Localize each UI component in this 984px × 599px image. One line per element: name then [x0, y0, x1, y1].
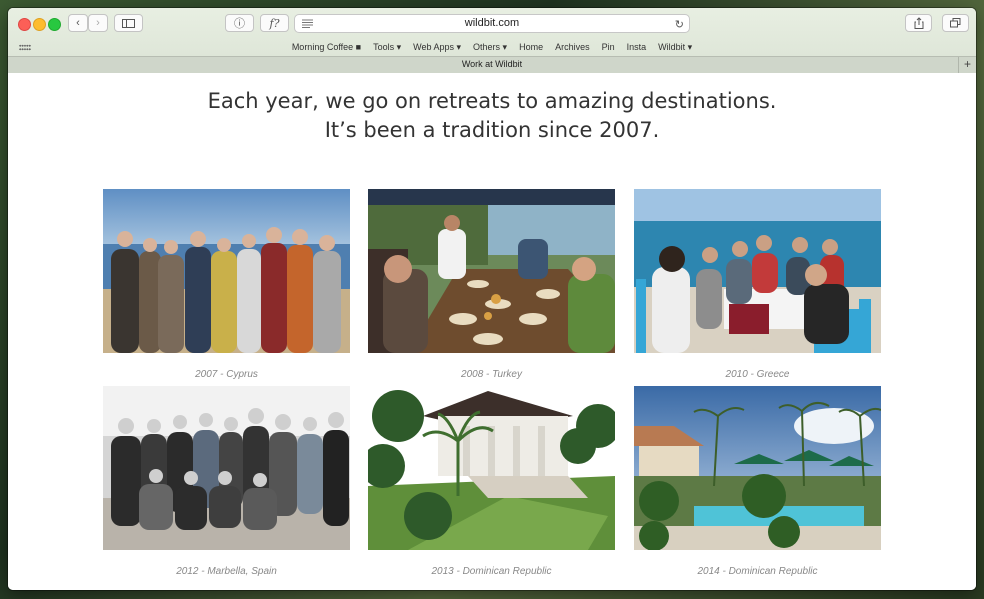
share-icon — [914, 17, 923, 29]
page-headline: Each year, we go on retreats to amazing … — [8, 87, 976, 145]
tab-work-at-wildbit[interactable]: Work at Wildbit — [8, 59, 976, 69]
favorite-morning-coffee[interactable]: Morning Coffee ■ — [286, 42, 367, 52]
toolbar: ‹ › ⓘ f? wildbit.com ↻ — [8, 8, 976, 38]
retreat-caption: 2010 - Greece — [725, 369, 790, 380]
show-tabs-button[interactable] — [942, 14, 969, 32]
chevron-right-icon: › — [96, 17, 100, 29]
plus-icon: + — [963, 57, 971, 71]
address-bar[interactable]: wildbit.com ↻ — [294, 14, 690, 33]
retreat-photo-greece — [634, 189, 881, 353]
minimize-window-button[interactable] — [33, 18, 46, 31]
page-content: Each year, we go on retreats to amazing … — [8, 73, 976, 590]
retreat-caption: 2013 - Dominican Republic — [431, 566, 552, 577]
zoom-window-button[interactable] — [48, 18, 61, 31]
favorite-pin[interactable]: Pin — [596, 42, 621, 52]
headline-line-2: It’s been a tradition since 2007. — [324, 118, 660, 142]
reader-extension-button[interactable]: ⓘ — [225, 14, 254, 32]
favorite-others[interactable]: Others ▾ — [467, 42, 513, 53]
tabs-overview-icon — [950, 18, 961, 28]
url-text: wildbit.com — [464, 17, 520, 29]
retreat-photo-dominican-2014 — [634, 386, 881, 550]
browser-window: ‹ › ⓘ f? wildbit.com ↻ Morning Coffee ■ … — [8, 8, 976, 590]
favorite-insta[interactable]: Insta — [621, 42, 653, 52]
retreat-caption: 2012 - Marbella, Spain — [176, 566, 277, 577]
favorite-home[interactable]: Home — [513, 42, 549, 52]
tab-bar: Work at Wildbit + — [8, 56, 976, 73]
retreat-photo-turkey — [368, 189, 615, 353]
close-window-button[interactable] — [18, 18, 31, 31]
browser-chrome: ‹ › ⓘ f? wildbit.com ↻ Morning Coffee ■ … — [8, 8, 976, 73]
share-button[interactable] — [905, 14, 932, 32]
reload-icon[interactable]: ↻ — [675, 18, 684, 31]
favorite-wildbit[interactable]: Wildbit ▾ — [652, 42, 698, 53]
retreat-caption: 2007 - Cyprus — [195, 369, 258, 380]
favorites-bar: Morning Coffee ■ Tools ▾ Web Apps ▾ Othe… — [8, 39, 976, 55]
chevron-left-icon: ‹ — [76, 17, 80, 29]
favorite-web-apps[interactable]: Web Apps ▾ — [407, 42, 467, 53]
favorite-tools[interactable]: Tools ▾ — [367, 42, 407, 53]
retreat-photo-cyprus — [103, 189, 350, 353]
sidebar-button[interactable] — [114, 14, 143, 32]
formula-extension-button[interactable]: f? — [260, 14, 289, 32]
retreat-photo-dominican-2013 — [368, 386, 615, 550]
sidebar-icon — [122, 18, 135, 28]
retreat-caption: 2008 - Turkey — [461, 369, 522, 380]
favorite-archives[interactable]: Archives — [549, 42, 596, 52]
retreat-caption: 2014 - Dominican Republic — [697, 566, 818, 577]
forward-button[interactable]: › — [88, 14, 108, 32]
back-button[interactable]: ‹ — [68, 14, 88, 32]
headline-line-1: Each year, we go on retreats to amazing … — [207, 89, 777, 113]
retreat-photo-marbella — [103, 386, 350, 550]
new-tab-button[interactable]: + — [958, 57, 976, 73]
info-icon: ⓘ — [234, 18, 245, 30]
